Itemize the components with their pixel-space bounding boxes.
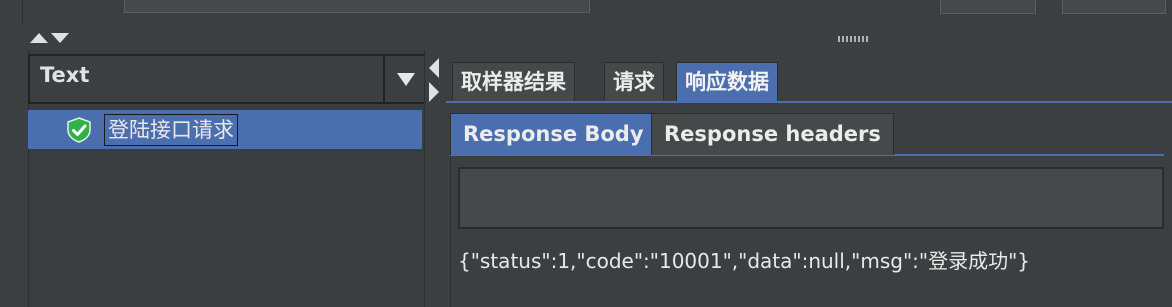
- top-button-2[interactable]: [1062, 0, 1166, 14]
- horizontal-splitter[interactable]: [0, 26, 1172, 48]
- collapse-up-icon[interactable]: [30, 33, 48, 43]
- renderer-select-value: Text: [40, 63, 90, 87]
- response-search-field[interactable]: [458, 167, 1164, 229]
- collapse-left-icon[interactable]: [429, 58, 439, 78]
- tab-response-headers[interactable]: Response headers: [651, 113, 894, 155]
- success-shield-icon: [67, 117, 91, 143]
- tab-sampler-result[interactable]: 取样器结果: [452, 62, 575, 101]
- select-divider: [383, 56, 385, 102]
- tab-response-body[interactable]: Response Body: [450, 113, 657, 155]
- tree-item-label[interactable]: 登陆接口请求: [104, 114, 238, 146]
- expand-right-icon[interactable]: [429, 82, 439, 102]
- top-button-1[interactable]: [940, 0, 1036, 14]
- divider: [22, 0, 23, 24]
- expand-down-icon[interactable]: [51, 33, 69, 43]
- top-input-field[interactable]: [124, 0, 590, 13]
- splitter-grip-icon[interactable]: [838, 36, 870, 42]
- tab-response-data[interactable]: 响应数据: [676, 62, 778, 101]
- tab-request[interactable]: 请求: [604, 62, 664, 101]
- response-body-text[interactable]: {"status":1,"code":"10001","data":null,"…: [458, 245, 1030, 274]
- chevron-down-icon[interactable]: [397, 73, 415, 86]
